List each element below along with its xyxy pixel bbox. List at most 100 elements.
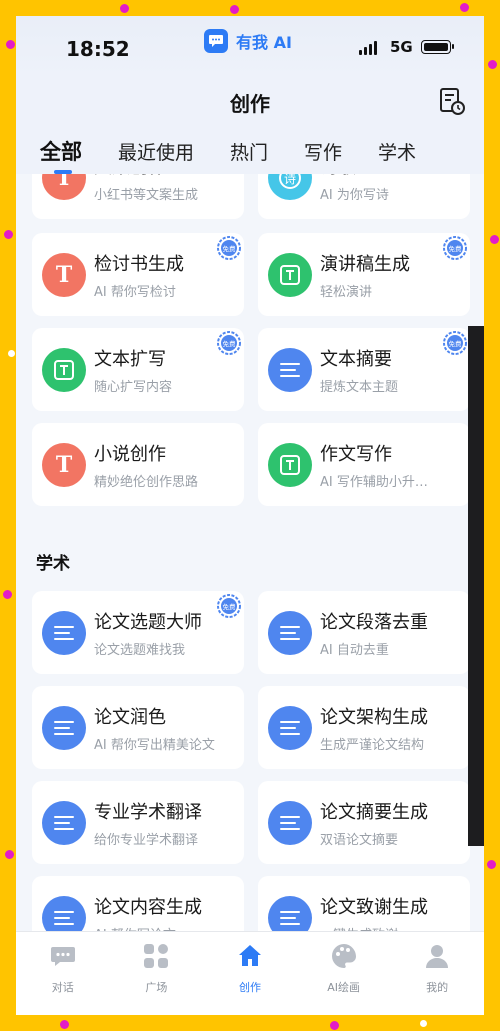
tool-title: 专业学术翻译 bbox=[94, 801, 202, 823]
free-badge-icon: 免费 bbox=[216, 235, 242, 261]
tool-card[interactable]: 论文致谢生成一键生成致谢 bbox=[258, 876, 470, 931]
app-indicator[interactable]: 有我 AI bbox=[204, 28, 292, 54]
tool-title: 文本扩写 bbox=[94, 348, 166, 370]
category-tabs: 全部 最近使用 热门 写作 学术 bbox=[16, 128, 484, 174]
free-badge-icon: 免费 bbox=[216, 330, 242, 356]
tool-text: 文案创作小红书等文案生成 bbox=[94, 174, 198, 203]
tool-subtitle: AI 为你写诗 bbox=[320, 187, 389, 203]
tool-card[interactable]: 文本扩写 随心扩写内容 免费 bbox=[32, 328, 244, 411]
text-box-icon bbox=[268, 442, 312, 487]
tool-card[interactable]: 论文选题大师论文选题难找我 免费 bbox=[32, 591, 244, 674]
tool-title: 论文选题大师 bbox=[94, 611, 202, 633]
tool-subtitle: AI 帮你写检讨 bbox=[94, 284, 176, 300]
chat-icon bbox=[49, 942, 77, 974]
status-bar: 18:52 有我 AI 5G bbox=[16, 16, 484, 78]
svg-text:免费: 免费 bbox=[449, 244, 463, 253]
tool-card[interactable]: 文本摘要 提炼文本主题 免费 bbox=[258, 328, 470, 411]
svg-text:诗: 诗 bbox=[284, 174, 296, 186]
tool-card[interactable]: 演讲稿生成轻松演讲 免费 bbox=[258, 233, 470, 316]
tool-title: 演讲稿生成 bbox=[320, 253, 410, 275]
tool-card[interactable]: 论文摘要生成 双语论文摘要 bbox=[258, 781, 470, 864]
tool-text: 诗歌 AI 为你写诗 bbox=[320, 174, 389, 203]
nav-label: 我的 bbox=[426, 981, 449, 994]
nav-item[interactable]: 创作 bbox=[203, 932, 297, 1015]
tool-subtitle: AI 写作辅助小升… bbox=[320, 474, 428, 490]
signal-icon bbox=[359, 41, 377, 55]
tool-title: 论文内容生成 bbox=[94, 896, 202, 918]
lines-icon bbox=[42, 705, 86, 750]
palette-icon bbox=[330, 942, 358, 974]
lines-icon bbox=[268, 347, 312, 392]
section-title-academic: 学术 bbox=[36, 554, 70, 574]
tool-text: 演讲稿生成 轻松演讲 bbox=[320, 250, 410, 300]
tool-text: 专业学术翻译给你专业学术翻译 bbox=[94, 798, 202, 848]
page-header: 创作 bbox=[16, 78, 484, 128]
tool-subtitle: 提炼文本主题 bbox=[320, 379, 399, 395]
tool-subtitle: 给你专业学术翻译 bbox=[94, 832, 199, 848]
tool-card[interactable]: 论文内容生成 AI 帮你写论文 bbox=[32, 876, 244, 931]
svg-text:免费: 免费 bbox=[223, 244, 237, 253]
tool-text: 论文架构生成生成严谨论文结构 bbox=[320, 703, 428, 753]
tool-card[interactable]: 专业学术翻译给你专业学术翻译 bbox=[32, 781, 244, 864]
tool-title: 小说创作 bbox=[94, 443, 166, 465]
tool-subtitle: 生成严谨论文结构 bbox=[320, 737, 425, 753]
text-box-icon bbox=[42, 347, 86, 392]
network-type: 5G bbox=[390, 38, 413, 56]
tool-text: 检讨书生成 AI 帮你写检讨 bbox=[94, 250, 184, 300]
home-icon bbox=[236, 942, 264, 974]
tool-card[interactable]: 论文段落去重 AI 自动去重 bbox=[258, 591, 470, 674]
app-name: 有我 AI bbox=[236, 33, 292, 52]
text-T-icon: T bbox=[42, 442, 86, 487]
tool-text: 论文内容生成 AI 帮你写论文 bbox=[94, 893, 202, 932]
background-strip bbox=[468, 326, 484, 846]
tool-subtitle: 轻松演讲 bbox=[320, 284, 373, 300]
nav-label: 对话 bbox=[51, 981, 74, 994]
phone-screen: 18:52 有我 AI 5G 创作 全部 最近使用 热门 写作 学术 T 小红书… bbox=[16, 16, 484, 1015]
svg-text:免费: 免费 bbox=[449, 339, 463, 348]
page-title: 创作 bbox=[230, 92, 270, 116]
tool-text: 论文润色 AI 帮你写出精美论文 bbox=[94, 703, 215, 753]
tool-title: 检讨书生成 bbox=[94, 253, 184, 275]
tool-card[interactable]: T 检讨书生成 AI 帮你写检讨 免费 bbox=[32, 233, 244, 316]
free-badge-icon: 免费 bbox=[442, 235, 468, 261]
status-time: 18:52 bbox=[66, 37, 130, 61]
tool-subtitle: 精妙绝伦创作思路 bbox=[94, 474, 199, 490]
user-icon bbox=[423, 942, 451, 974]
tool-title: 论文段落去重 bbox=[320, 611, 428, 633]
tool-card[interactable]: T 文案创作小红书等文案生成 bbox=[32, 174, 244, 219]
tool-subtitle: AI 帮你写出精美论文 bbox=[94, 737, 215, 753]
tool-subtitle: 论文选题难找我 bbox=[94, 642, 186, 658]
tool-subtitle: AI 自动去重 bbox=[320, 642, 389, 658]
tab-recent[interactable]: 最近使用 bbox=[118, 128, 194, 165]
tool-subtitle: 小红书等文案生成 bbox=[94, 187, 199, 203]
poem-icon: 诗 bbox=[268, 174, 312, 200]
tool-card[interactable]: 论文润色 AI 帮你写出精美论文 bbox=[32, 686, 244, 769]
tool-card[interactable]: 论文架构生成生成严谨论文结构 bbox=[258, 686, 470, 769]
tool-card[interactable]: 作文写作 AI 写作辅助小升… bbox=[258, 423, 470, 506]
free-badge-icon: 免费 bbox=[442, 330, 468, 356]
lines-icon bbox=[268, 705, 312, 750]
tab-writing[interactable]: 写作 bbox=[304, 128, 342, 165]
tab-all[interactable]: 全部 bbox=[40, 128, 82, 174]
tab-hot[interactable]: 热门 bbox=[230, 128, 268, 165]
lines-icon bbox=[42, 800, 86, 845]
tool-title: 诗歌 bbox=[320, 174, 389, 179]
tool-text: 论文致谢生成一键生成致谢 bbox=[320, 893, 428, 932]
tool-title: 论文架构生成 bbox=[320, 706, 428, 728]
history-icon[interactable] bbox=[438, 86, 466, 116]
nav-label: 广场 bbox=[145, 981, 168, 994]
tool-subtitle: 双语论文摘要 bbox=[320, 832, 399, 848]
nav-item[interactable]: 我的 bbox=[390, 932, 484, 1015]
svg-text:免费: 免费 bbox=[223, 602, 237, 611]
svg-text:免费: 免费 bbox=[223, 339, 237, 348]
tool-card[interactable]: 诗 诗歌 AI 为你写诗 bbox=[258, 174, 470, 219]
nav-item[interactable]: AI绘画 bbox=[297, 932, 391, 1015]
nav-item[interactable]: 对话 bbox=[16, 932, 110, 1015]
tab-academic[interactable]: 学术 bbox=[378, 128, 416, 165]
nav-item[interactable]: 广场 bbox=[110, 932, 204, 1015]
tool-card[interactable]: T 小说创作精妙绝伦创作思路 bbox=[32, 423, 244, 506]
nav-label: AI绘画 bbox=[327, 981, 360, 994]
tool-list[interactable]: T文案创作小红书等文案生成诗诗歌AI 为你写诗 T检讨书生成AI 帮你写检讨免费… bbox=[16, 174, 484, 931]
tool-title: 作文写作 bbox=[320, 443, 392, 465]
grid-icon bbox=[142, 942, 170, 974]
